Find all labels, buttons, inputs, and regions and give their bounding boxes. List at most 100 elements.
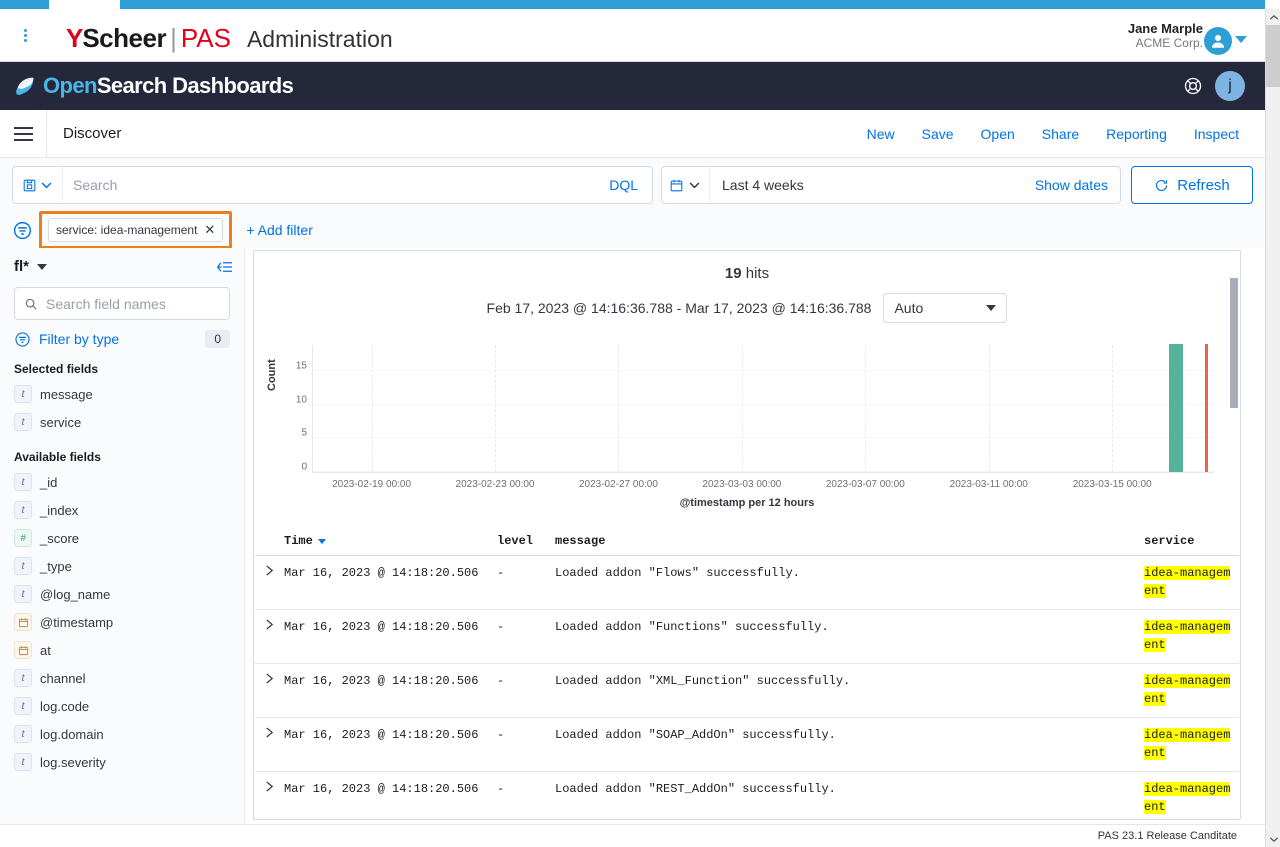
chevron-down-icon[interactable] [1235, 36, 1247, 43]
close-x-icon[interactable]: ✕ [204, 222, 215, 238]
column-header-time[interactable]: Time [284, 534, 497, 548]
pas-wordmark: PAS [181, 23, 231, 54]
filter-settings-icon[interactable] [12, 220, 33, 241]
column-header-level[interactable]: level [497, 534, 555, 548]
cell-service: idea-management [1144, 672, 1239, 709]
field-item-_type[interactable]: t _type [14, 552, 230, 580]
gridline-vertical [1112, 345, 1113, 472]
field-name: log.severity [40, 755, 106, 770]
highlight: idea-management [1144, 620, 1230, 652]
show-dates-button[interactable]: Show dates [1035, 177, 1120, 193]
gridline [313, 404, 1214, 405]
sort-desc-caret[interactable] [318, 539, 326, 544]
field-item-log-domain[interactable]: t log.domain [14, 720, 230, 748]
table-row[interactable]: Mar 16, 2023 @ 14:18:20.506 - Loaded add… [255, 772, 1239, 818]
nav-link-reporting[interactable]: Reporting [1106, 126, 1167, 142]
gridline-vertical [865, 345, 866, 472]
help-lifering-icon[interactable] [1183, 76, 1203, 96]
refresh-button[interactable]: Refresh [1131, 166, 1253, 204]
query-language-button[interactable]: DQL [595, 177, 652, 193]
main-body: fl* Filter by type 0 Selected fields [0, 248, 1265, 828]
field-item-timestamp[interactable]: @timestamp [14, 608, 230, 636]
field-item-_index[interactable]: t _index [14, 496, 230, 524]
scroll-down-arrow[interactable] [1266, 831, 1280, 847]
x-tick-label: 2023-03-07 00:00 [826, 479, 905, 490]
logo-text-open: Open [43, 73, 97, 98]
hits-summary: 19 hits [254, 265, 1240, 282]
scroll-up-arrow[interactable] [1266, 9, 1280, 25]
field-name: message [40, 387, 93, 402]
table-row[interactable]: Mar 16, 2023 @ 14:18:20.506 - Loaded add… [255, 718, 1239, 772]
field-item-_score[interactable]: # _score [14, 524, 230, 552]
field-item-at[interactable]: at [14, 636, 230, 664]
y-tick-label: 10 [296, 394, 307, 405]
expand-row-button[interactable] [255, 726, 284, 763]
field-name: @log_name [40, 587, 110, 602]
field-search-box[interactable] [14, 287, 230, 320]
search-input[interactable] [63, 177, 595, 193]
calendar-icon [669, 178, 684, 193]
field-type-string-icon: t [14, 585, 32, 603]
avatar[interactable]: j [1215, 71, 1245, 101]
field-item-message[interactable]: t message [14, 380, 230, 408]
panel-scrollbar[interactable] [1230, 253, 1238, 819]
chart-y-axis-label: Count [266, 359, 278, 391]
window-scrollbar-track[interactable] [1266, 25, 1280, 831]
highlight: idea-management [1144, 674, 1230, 706]
field-type-string-icon: t [14, 753, 32, 771]
cell-time: Mar 16, 2023 @ 14:18:20.506 [284, 564, 497, 601]
search-field-names-input[interactable] [46, 296, 229, 312]
histogram-bar[interactable] [1169, 344, 1183, 472]
field-item-_id[interactable]: t _id [14, 468, 230, 496]
logo-separator: | [166, 23, 181, 54]
chart-plot-area[interactable]: 0 5 10 15 [312, 345, 1214, 473]
expand-row-button[interactable] [255, 780, 284, 817]
column-header-service[interactable]: service [1144, 534, 1239, 548]
nav-links: New Save Open Share Reporting Inspect [867, 126, 1265, 142]
cell-service: idea-management [1144, 780, 1239, 817]
results-panel: 19 hits Feb 17, 2023 @ 14:16:36.788 - Ma… [253, 250, 1241, 820]
calendar-button[interactable] [662, 167, 710, 203]
expand-row-button[interactable] [255, 564, 284, 601]
expand-row-button[interactable] [255, 618, 284, 655]
filter-pill-service[interactable]: service: idea-management ✕ [48, 218, 223, 242]
add-filter-button[interactable]: + Add filter [246, 222, 313, 238]
kebab-menu-icon[interactable] [18, 29, 32, 45]
nav-link-save[interactable]: Save [922, 126, 954, 142]
expand-row-button[interactable] [255, 672, 284, 709]
nav-link-new[interactable]: New [867, 126, 895, 142]
panel-scrollbar-thumb[interactable] [1230, 278, 1238, 408]
filter-by-type-control[interactable]: Filter by type 0 [14, 330, 230, 348]
saved-query-button[interactable] [13, 167, 63, 203]
table-row[interactable]: Mar 16, 2023 @ 14:18:20.506 - Loaded add… [255, 556, 1239, 610]
browser-tab-left [0, 0, 49, 9]
date-range-label[interactable]: Last 4 weeks [710, 177, 1035, 193]
user-avatar-icon[interactable] [1204, 27, 1232, 55]
available-fields-title: Available fields [14, 450, 230, 464]
field-item-log-severity[interactable]: t log.severity [14, 748, 230, 776]
cell-time: Mar 16, 2023 @ 14:18:20.506 [284, 780, 497, 817]
interval-select[interactable]: Auto [883, 293, 1007, 323]
nav-link-share[interactable]: Share [1042, 126, 1079, 142]
table-row[interactable]: Mar 16, 2023 @ 14:18:20.506 - Loaded add… [255, 664, 1239, 718]
field-name: _id [40, 475, 57, 490]
column-header-message[interactable]: message [555, 534, 1144, 548]
field-item-log-name[interactable]: t @log_name [14, 580, 230, 608]
nav-link-open[interactable]: Open [981, 126, 1015, 142]
field-item-service[interactable]: t service [14, 408, 230, 436]
time-marker-line [1205, 344, 1208, 472]
hamburger-menu-icon[interactable] [0, 127, 46, 141]
collapse-sidebar-icon[interactable] [216, 260, 234, 274]
index-pattern-selector[interactable]: fl* [14, 258, 230, 275]
chevron-down-icon [39, 178, 54, 193]
gridline [313, 437, 1214, 438]
field-item-log-code[interactable]: t log.code [14, 692, 230, 720]
field-item-channel[interactable]: t channel [14, 664, 230, 692]
nav-link-inspect[interactable]: Inspect [1194, 126, 1239, 142]
window-scrollbar-thumb[interactable] [1266, 25, 1280, 87]
gridline [313, 370, 1214, 371]
window-scrollbar[interactable] [1265, 9, 1280, 847]
table-row[interactable]: Mar 16, 2023 @ 14:18:20.506 - Loaded add… [255, 610, 1239, 664]
user-name: Jane Marple [1128, 21, 1203, 36]
cell-level: - [497, 672, 555, 709]
